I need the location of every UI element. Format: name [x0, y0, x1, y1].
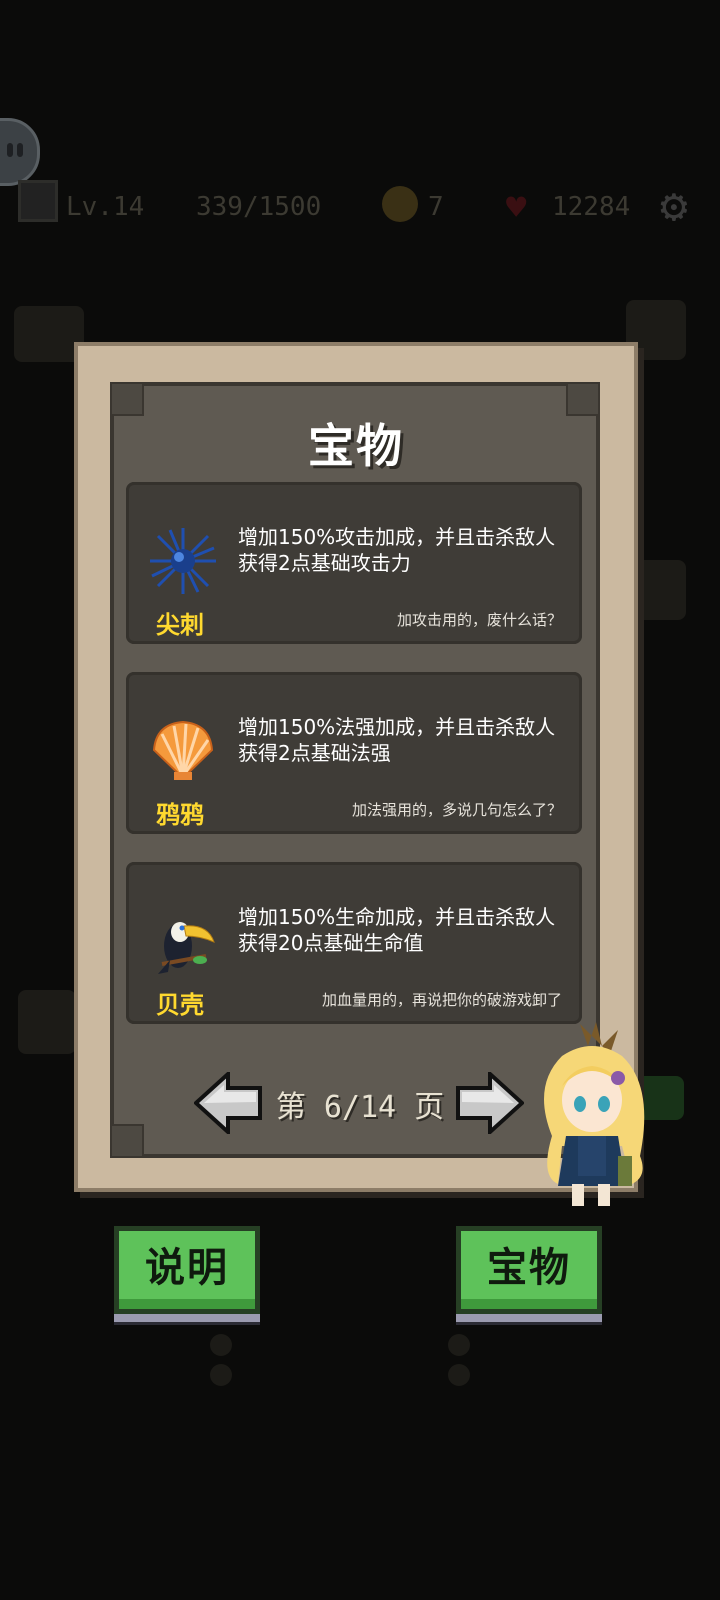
prev-page-arrow-icon[interactable]	[194, 1072, 262, 1134]
skull-icon	[14, 306, 84, 362]
bullet-icon	[448, 1334, 470, 1356]
gear-icon[interactable]: ⚙	[660, 178, 688, 232]
chibi-girl-character	[544, 1022, 645, 1206]
level-icon	[18, 180, 58, 222]
item-description: 增加150%生命加成，并且击杀敌人 获得20点基础生命值	[238, 904, 568, 956]
item-description: 增加150%法强加成，并且击杀敌人 获得2点基础法强	[238, 714, 568, 766]
desc-line: 增加150%生命加成，并且击杀敌人	[238, 905, 556, 929]
desc-line: 获得20点基础生命值	[238, 931, 424, 955]
dialog-title: 宝物	[308, 419, 404, 473]
explain-button[interactable]: 说明	[114, 1226, 260, 1314]
desc-line: 获得2点基础攻击力	[238, 551, 411, 575]
bullet-icon	[210, 1334, 232, 1356]
bullet-icon	[210, 1364, 232, 1386]
treasure-card[interactable]: 增加150%法强加成，并且击杀敌人 获得2点基础法强 鸦鸦 加法强用的，多说几句…	[126, 672, 582, 834]
treasure-card[interactable]: 增加150%攻击加成，并且击杀敌人 获得2点基础攻击力 尖刺 加攻击用的，废什么…	[126, 482, 582, 644]
coin-icon	[382, 186, 418, 222]
item-quip: 加法强用的，多说几句怎么了？	[351, 801, 562, 819]
item-quip: 加血量用的，再说把你的破游戏卸了	[321, 991, 562, 1009]
panel-corner	[110, 1124, 144, 1158]
item-name: 贝壳	[156, 991, 204, 1019]
desc-line: 获得2点基础法强	[238, 741, 391, 765]
page-indicator: 第 6/14 页	[275, 1090, 445, 1125]
card-icon	[626, 300, 686, 360]
pagination: 第 6/14 页	[194, 1068, 524, 1138]
item-name: 尖刺	[156, 611, 204, 639]
desc-line: 增加150%攻击加成，并且击杀敌人	[238, 525, 556, 549]
coin-count: 7	[428, 192, 444, 222]
stats-icon	[18, 990, 76, 1054]
item-quip: 加攻击用的，废什么话？	[396, 611, 562, 629]
top-hud: Lv.14 339/1500 7 ♥ 12284 ⚙	[0, 178, 720, 234]
blue-spike-icon	[150, 528, 216, 594]
item-description: 增加150%攻击加成，并且击杀敌人 获得2点基础攻击力	[238, 524, 568, 576]
hp-value: 12284	[552, 192, 631, 222]
bullet-icon	[448, 1364, 470, 1386]
xp-counter: 339/1500	[196, 192, 322, 222]
next-page-arrow-icon[interactable]	[456, 1072, 524, 1134]
treasure-button[interactable]: 宝物	[456, 1226, 602, 1314]
bag-icon	[636, 560, 686, 620]
seashell-icon	[152, 720, 214, 780]
level-label: Lv.14	[66, 192, 145, 222]
heart-icon: ♥	[506, 188, 527, 228]
toucan-icon	[158, 922, 215, 974]
treasure-card[interactable]: 增加150%生命加成，并且击杀敌人 获得20点基础生命值 贝壳 加血量用的，再说…	[126, 862, 582, 1024]
item-name: 鸦鸦	[156, 801, 204, 829]
avatar-button[interactable]	[0, 118, 40, 186]
desc-line: 增加150%法强加成，并且击杀敌人	[238, 715, 556, 739]
